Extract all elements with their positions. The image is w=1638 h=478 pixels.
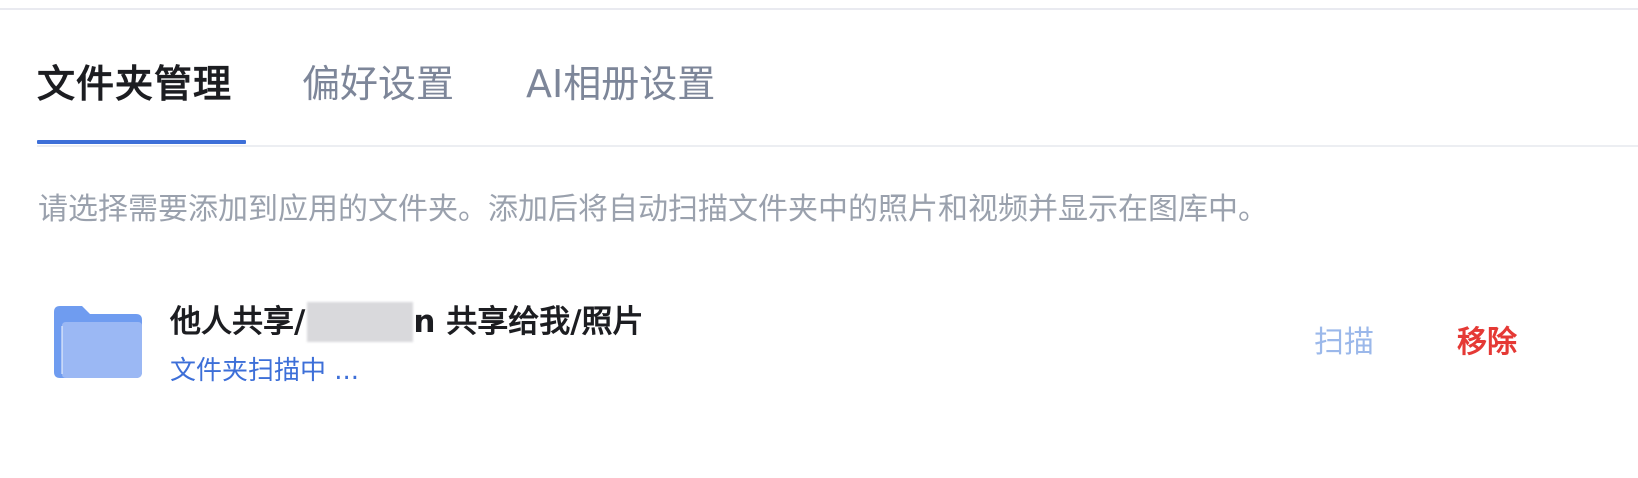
folder-path-suffix: n 共享给我/照片 [413, 304, 644, 340]
remove-button[interactable]: 移除 [1457, 322, 1517, 364]
active-tab-indicator [37, 140, 246, 144]
folder-scan-status: 文件夹扫描中 ... [170, 356, 360, 386]
folder-path: 他人共享/ n 共享给我/照片 [170, 300, 644, 344]
folder-icon [54, 306, 142, 378]
folder-path-prefix: 他人共享/ [170, 304, 306, 340]
instruction-text: 请选择需要添加到应用的文件夹。添加后将自动扫描文件夹中的照片和视频并显示在图库中… [38, 192, 1268, 227]
settings-tabs: 文件夹管理 偏好设置 AI相册设置 [0, 0, 1638, 148]
scan-button[interactable]: 扫描 [1314, 322, 1374, 364]
tab-ai-album-settings[interactable]: AI相册设置 [526, 60, 715, 108]
tab-folder-management[interactable]: 文件夹管理 [37, 60, 232, 108]
folder-list-item: 他人共享/ n 共享给我/照片 文件夹扫描中 ... 扫描 移除 [38, 290, 1638, 400]
redacted-username [307, 302, 414, 342]
tabs-divider [37, 145, 1638, 147]
tab-preferences[interactable]: 偏好设置 [302, 60, 454, 108]
